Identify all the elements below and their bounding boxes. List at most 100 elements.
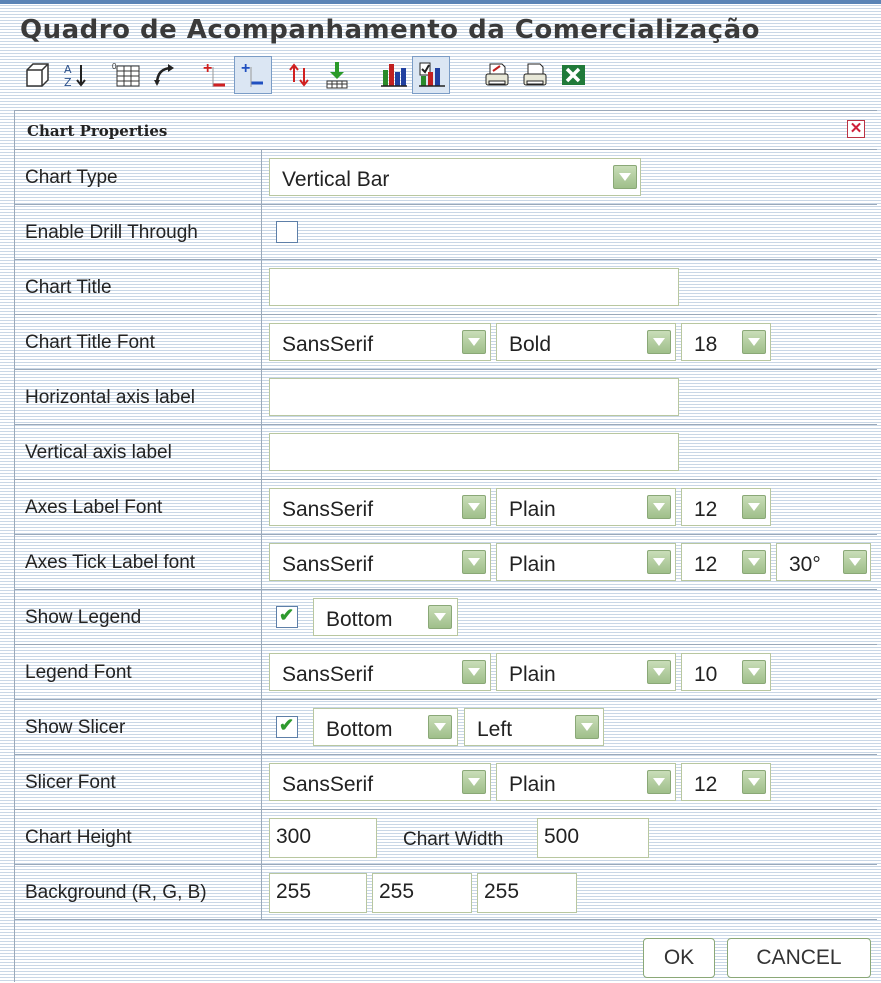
show-legend-checkbox[interactable]: ✔	[276, 605, 298, 628]
collapse-rows-icon[interactable]: +	[234, 56, 272, 94]
top-accent-line	[0, 0, 881, 4]
title-font-style-select[interactable]: Bold	[496, 323, 676, 361]
chart-properties-dialog: Chart Properties ✕ Chart Type Vertical B…	[14, 110, 877, 982]
chevron-down-icon[interactable]	[462, 495, 486, 519]
label-h-axis: Horizontal axis label	[25, 387, 196, 408]
row-background: Background (R, G, B) 255 255 255	[15, 865, 877, 920]
axes-font-size-select[interactable]: 12	[681, 488, 771, 526]
expand-rows-icon[interactable]: +	[196, 56, 234, 94]
label-drill-through: Enable Drill Through	[25, 222, 198, 243]
label-axes-label-font: Axes Label Font	[25, 497, 163, 518]
row-show-legend: Show Legend ✔ Bottom	[15, 590, 877, 645]
row-axes-tick-font: Axes Tick Label font SansSerif Plain 12 …	[15, 535, 877, 590]
tick-font-size-select[interactable]: 12	[681, 543, 771, 581]
legend-font-family-select[interactable]: SansSerif	[269, 653, 491, 691]
svg-text:+: +	[203, 60, 212, 77]
chevron-down-icon[interactable]	[647, 330, 671, 354]
row-show-slicer: Show Slicer ✔ Bottom Left	[15, 700, 877, 755]
cancel-button[interactable]: CANCEL	[727, 938, 871, 978]
chevron-down-icon[interactable]	[462, 330, 486, 354]
cube-icon[interactable]	[18, 56, 56, 94]
table-icon[interactable]: 0	[108, 56, 146, 94]
chart-title-input[interactable]	[269, 268, 679, 306]
chevron-down-icon[interactable]	[428, 605, 452, 629]
chevron-down-icon[interactable]	[843, 550, 867, 574]
swap-arrows-icon[interactable]	[280, 56, 318, 94]
row-chart-title: Chart Title	[15, 260, 877, 315]
bar-chart-icon[interactable]	[374, 56, 412, 94]
slicer-font-size-select[interactable]: 12	[681, 763, 771, 801]
ok-button[interactable]: OK	[643, 938, 715, 978]
chevron-down-icon[interactable]	[742, 550, 766, 574]
chevron-down-icon[interactable]	[462, 660, 486, 684]
chart-type-select[interactable]: Vertical Bar	[269, 158, 641, 196]
svg-text:0: 0	[112, 62, 117, 71]
background-g-input[interactable]: 255	[372, 873, 472, 913]
close-icon[interactable]: ✕	[847, 120, 865, 138]
label-show-legend: Show Legend	[25, 607, 142, 628]
slicer-font-family-select[interactable]: SansSerif	[269, 763, 491, 801]
legend-font-size-select[interactable]: 10	[681, 653, 771, 691]
h-axis-label-input[interactable]	[269, 378, 679, 416]
label-chart-width: Chart Width	[403, 829, 504, 850]
slicer-font-style-select[interactable]: Plain	[496, 763, 676, 801]
chart-properties-icon[interactable]	[412, 56, 450, 94]
slicer-position-select[interactable]: Bottom	[313, 708, 458, 746]
row-drill-through: Enable Drill Through	[15, 205, 877, 260]
row-chart-type: Chart Type Vertical Bar	[15, 150, 877, 205]
label-axes-tick-font: Axes Tick Label font	[25, 552, 196, 573]
chevron-down-icon[interactable]	[428, 715, 452, 739]
checkmark-icon: ✔	[279, 715, 295, 735]
slicer-align-select[interactable]: Left	[464, 708, 604, 746]
background-r-input[interactable]: 255	[269, 873, 367, 913]
chevron-down-icon[interactable]	[462, 770, 486, 794]
chevron-down-icon[interactable]	[742, 770, 766, 794]
swap-axes-icon[interactable]	[146, 56, 184, 94]
sort-az-icon[interactable]: AZ	[56, 56, 94, 94]
title-font-size-select[interactable]: 18	[681, 323, 771, 361]
print-setup-icon[interactable]	[478, 56, 516, 94]
chevron-down-icon[interactable]	[647, 660, 671, 684]
chevron-down-icon[interactable]	[742, 660, 766, 684]
drill-through-checkbox[interactable]	[276, 221, 298, 243]
row-slicer-font: Slicer Font SansSerif Plain 12	[15, 755, 877, 810]
label-chart-type: Chart Type	[25, 167, 118, 188]
dialog-title: Chart Properties	[27, 122, 168, 140]
chevron-down-icon[interactable]	[647, 550, 671, 574]
chart-width-input[interactable]: 500	[537, 818, 649, 858]
row-v-axis-label: Vertical axis label	[15, 425, 877, 480]
label-chart-title-font: Chart Title Font	[25, 332, 155, 353]
label-show-slicer: Show Slicer	[25, 717, 126, 738]
download-icon[interactable]	[318, 56, 356, 94]
dialog-header: Chart Properties ✕	[15, 110, 877, 150]
chevron-down-icon[interactable]	[742, 495, 766, 519]
axes-font-style-select[interactable]: Plain	[496, 488, 676, 526]
label-background: Background (R, G, B)	[25, 882, 207, 903]
v-axis-label-input[interactable]	[269, 433, 679, 471]
chevron-down-icon[interactable]	[742, 330, 766, 354]
tick-angle-select[interactable]: 30°	[776, 543, 871, 581]
axes-font-family-select[interactable]: SansSerif	[269, 488, 491, 526]
title-font-family-select[interactable]: SansSerif	[269, 323, 491, 361]
checkmark-icon: ✔	[279, 605, 295, 625]
svg-text:A: A	[64, 63, 72, 76]
background-b-input[interactable]: 255	[477, 873, 577, 913]
tick-font-family-select[interactable]: SansSerif	[269, 543, 491, 581]
chevron-down-icon[interactable]	[647, 495, 671, 519]
row-h-axis-label: Horizontal axis label	[15, 370, 877, 425]
label-v-axis: Vertical axis label	[25, 442, 172, 463]
legend-position-select[interactable]: Bottom	[313, 598, 458, 636]
show-slicer-checkbox[interactable]: ✔	[276, 715, 298, 738]
legend-font-style-select[interactable]: Plain	[496, 653, 676, 691]
excel-export-icon[interactable]	[554, 56, 592, 94]
chart-height-input[interactable]: 300	[269, 818, 377, 858]
label-slicer-font: Slicer Font	[25, 772, 116, 793]
chevron-down-icon[interactable]	[647, 770, 671, 794]
tick-font-style-select[interactable]: Plain	[496, 543, 676, 581]
chevron-down-icon[interactable]	[613, 165, 637, 189]
print-icon[interactable]	[516, 56, 554, 94]
row-axes-label-font: Axes Label Font SansSerif Plain 12	[15, 480, 877, 535]
chevron-down-icon[interactable]	[462, 550, 486, 574]
svg-text:+: +	[241, 60, 250, 77]
chevron-down-icon[interactable]	[575, 715, 599, 739]
